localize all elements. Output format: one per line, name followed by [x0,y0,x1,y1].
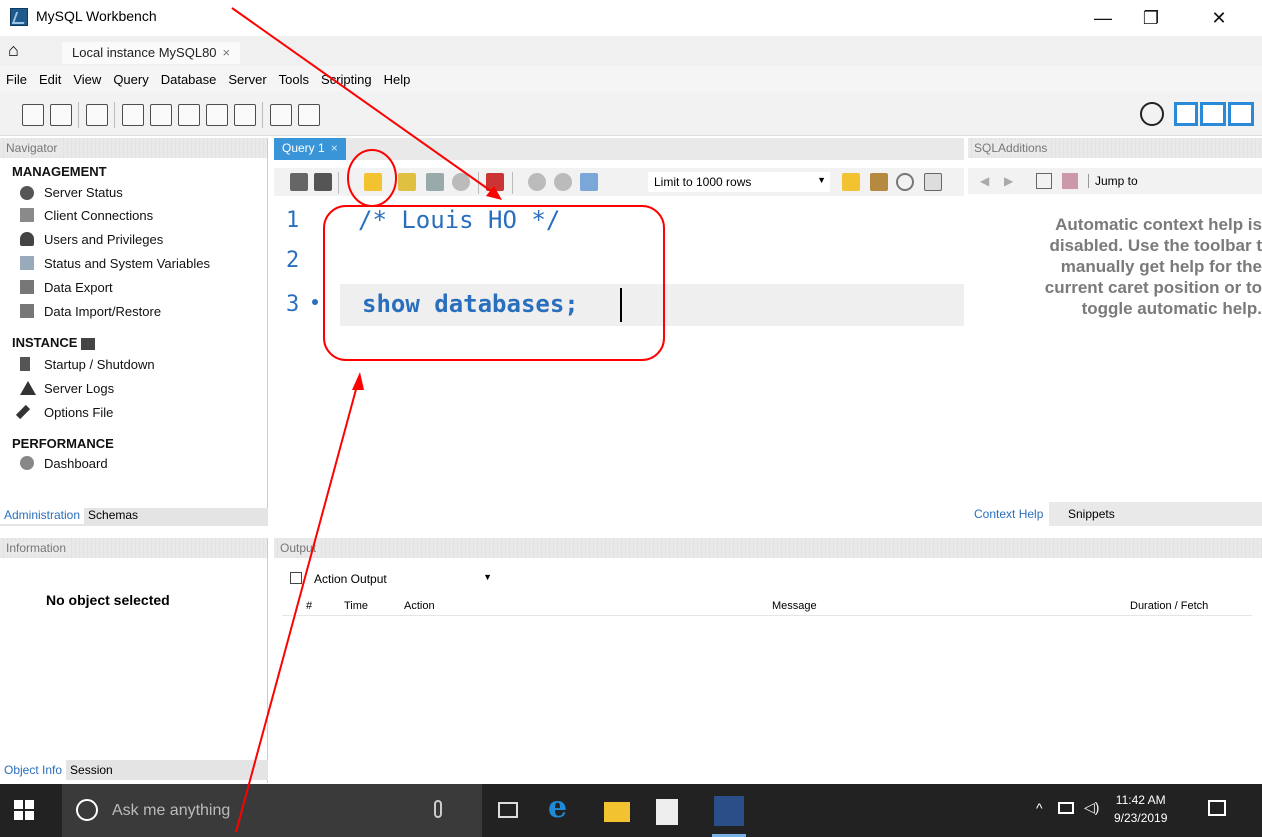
annotation-box [323,205,665,361]
annotation-overlay [231,7,665,833]
annotation-arrowhead [352,372,364,390]
annotation-arrow [235,381,359,833]
annotation-circle [347,149,397,207]
annotation-arrow [231,7,499,197]
